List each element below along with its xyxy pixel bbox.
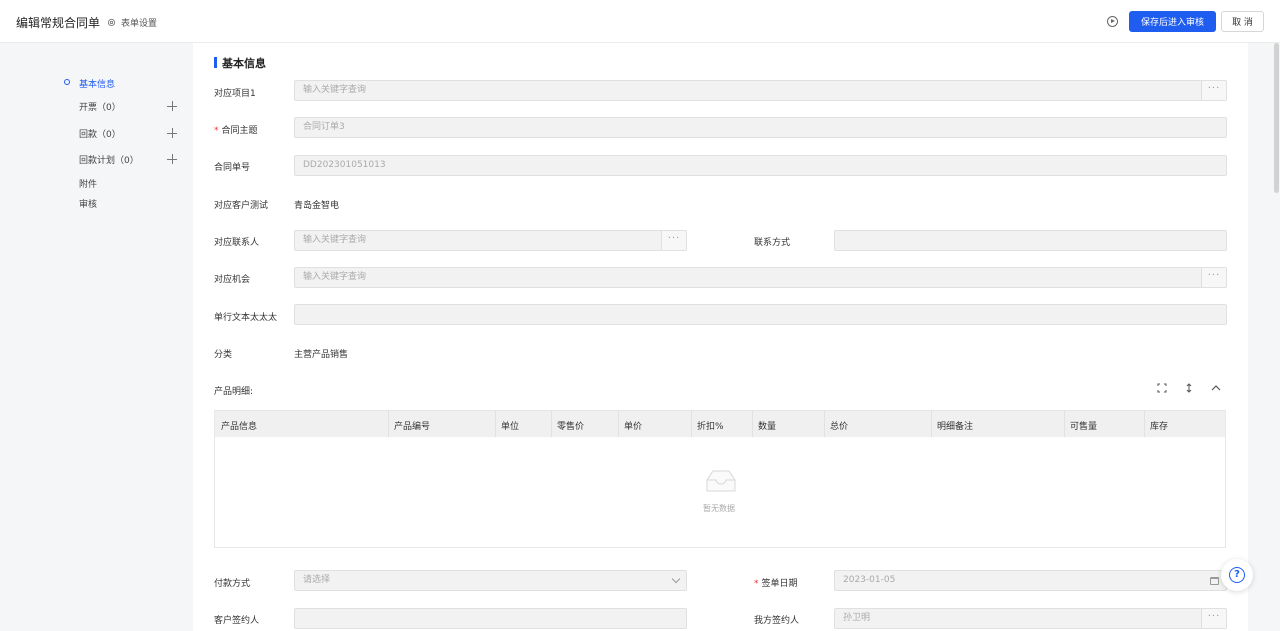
nav-item-payment-plan[interactable]: 回款计划（0） [79,153,139,166]
col-product-code: 产品编号 [394,422,431,432]
gear-icon [107,18,116,27]
customer-value: 青岛金智电 [294,201,340,211]
active-dot-icon [64,79,70,85]
customer-label: 对应客户测试 [214,201,269,211]
col-detail-remark: 明细备注 [937,422,974,432]
cancel-button[interactable]: 取 消 [1221,11,1264,32]
nav-item-payment[interactable]: 回款（0） [79,127,121,140]
contact-label: 对应联系人 [214,238,260,248]
col-total-price: 总价 [830,422,849,432]
col-product-info: 产品信息 [221,422,258,432]
payment-label: 付款方式 [214,579,251,589]
single-line-input[interactable] [294,304,1227,325]
our-signer-more-button[interactable]: ··· [1201,608,1227,629]
sign-date-input[interactable]: 2023-01-05 [834,570,1227,591]
col-stock: 库存 [1150,422,1169,432]
col-discount: 折扣% [697,422,724,432]
opportunity-input[interactable]: 输入关键字查询 [294,267,1202,288]
page-scrollbar[interactable] [1272,43,1280,631]
customer-signer-label: 客户签约人 [214,616,260,626]
project-label: 对应项目1 [214,89,256,99]
help-question-icon[interactable] [1221,559,1253,591]
top-header: 编辑常规合同单 表单设置 保存后进入审核 取 消 [0,0,1280,43]
play-circle-icon[interactable] [1107,16,1118,27]
col-quantity: 数量 [758,422,777,432]
add-invoice-plus-icon[interactable] [167,101,177,111]
empty-text: 暂无数据 [703,504,735,513]
add-payment-plus-icon[interactable] [167,128,177,138]
page-title: 编辑常规合同单 [16,16,101,30]
add-payment-plan-plus-icon[interactable] [167,154,177,164]
empty-inbox-icon [706,470,736,492]
vertical-expand-icon[interactable] [1183,383,1195,395]
calendar-icon[interactable] [1210,577,1219,585]
product-detail-label: 产品明细: [214,387,254,397]
nav-item-invoice[interactable]: 开票（0） [79,100,121,113]
col-unit-price: 单价 [624,422,643,432]
contract-no-input[interactable]: DD202301051013 [294,155,1227,176]
form-settings-link[interactable]: 表单设置 [107,16,157,29]
sign-date-label: 签单日期 [754,576,798,589]
contact-more-button[interactable]: ··· [661,230,687,251]
section-nav: 基本信息 开票（0） 回款（0） 回款计划（0） 附件 审核 [0,43,193,631]
single-line-label: 单行文本太太太 [214,313,278,323]
category-value: 主营产品销售 [294,350,349,360]
form-settings-label: 表单设置 [121,19,158,29]
project-more-button[interactable]: ··· [1201,80,1227,101]
contact-method-input[interactable] [834,230,1227,251]
subject-label: 合同主题 [214,123,258,136]
subject-input[interactable]: 合同订单3 [294,117,1227,138]
col-unit: 单位 [501,422,520,432]
nav-item-review[interactable]: 审核 [79,197,97,210]
nav-item-basic-info[interactable]: 基本信息 [79,77,115,90]
contract-no-label: 合同单号 [214,163,251,173]
section-title: 基本信息 [214,55,266,71]
nav-item-attachment[interactable]: 附件 [79,177,97,190]
payment-select[interactable]: 请选择 [294,570,687,591]
our-signer-input[interactable]: 孙卫明 [834,608,1202,629]
project-input[interactable]: 输入关键字查询 [294,80,1202,101]
product-table-header: 产品信息 产品编号 单位 零售价 单价 折扣% 数量 总价 明细备注 可售量 库… [215,410,1225,437]
category-label: 分类 [214,350,233,360]
product-table: 产品信息 产品编号 单位 零售价 单价 折扣% 数量 总价 明细备注 可售量 库… [214,410,1226,548]
scrollbar-thumb[interactable] [1274,43,1279,193]
opportunity-label: 对应机会 [214,275,251,285]
our-signer-label: 我方签约人 [754,616,800,626]
collapse-chevron-up-icon[interactable] [1210,383,1222,395]
contact-input[interactable]: 输入关键字查询 [294,230,662,251]
contact-method-label: 联系方式 [754,238,791,248]
form-panel: 基本信息 对应项目1 输入关键字查询 ··· 合同主题 合同订单3 合同单号 D… [193,43,1248,631]
col-available-qty: 可售量 [1070,422,1098,432]
save-and-review-button[interactable]: 保存后进入审核 [1129,11,1216,32]
fullscreen-icon[interactable] [1156,383,1168,395]
col-retail-price: 零售价 [557,422,585,432]
opportunity-more-button[interactable]: ··· [1201,267,1227,288]
customer-signer-input[interactable] [294,608,687,629]
